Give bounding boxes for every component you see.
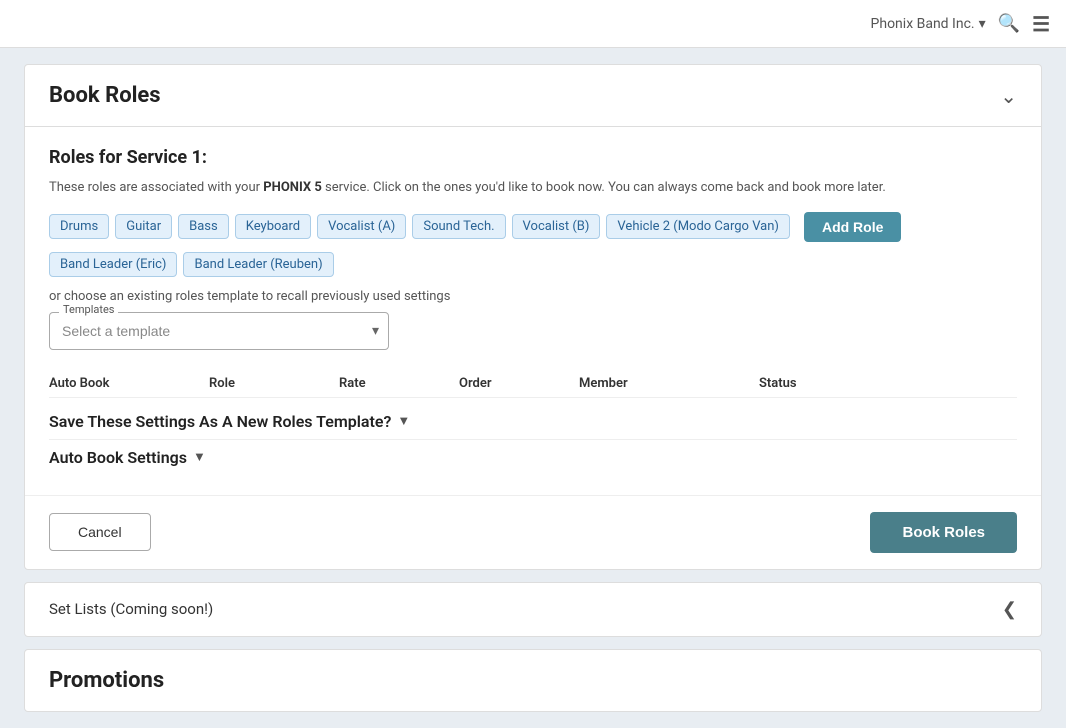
promotions-card: Promotions: [24, 649, 1042, 712]
nav-icons: 🔍 ☰: [998, 12, 1050, 36]
book-roles-card-header: Book Roles ⌄: [25, 65, 1041, 127]
col-auto-book: Auto Book: [49, 376, 209, 391]
roles-chips-container: Drums Guitar Bass Keyboard Vocalist (A) …: [49, 212, 1017, 242]
template-section-text: or choose an existing roles template to …: [49, 289, 1017, 304]
save-settings-arrow-icon: ▼: [397, 413, 410, 429]
template-select-container: Templates Select a template ▾: [49, 312, 389, 350]
role-chip-vehicle[interactable]: Vehicle 2 (Modo Cargo Van): [606, 214, 790, 239]
col-rate: Rate: [339, 376, 459, 391]
set-lists-card[interactable]: Set Lists (Coming soon!) ❮: [24, 582, 1042, 637]
brand-dropdown-arrow: ▾: [979, 16, 986, 32]
col-member: Member: [579, 376, 759, 391]
add-role-button[interactable]: Add Role: [804, 212, 901, 242]
auto-book-settings-row[interactable]: Auto Book Settings ▼: [49, 440, 1017, 475]
role-chip-sound-tech[interactable]: Sound Tech.: [412, 214, 505, 239]
top-navigation: Phonix Band Inc. ▾ 🔍 ☰: [0, 0, 1066, 48]
book-roles-card-body: Roles for Service 1: These roles are ass…: [25, 127, 1041, 495]
role-chip-guitar[interactable]: Guitar: [115, 214, 172, 239]
col-order: Order: [459, 376, 579, 391]
promotions-title: Promotions: [49, 668, 1017, 693]
service-section-title: Roles for Service 1:: [49, 147, 1017, 168]
save-settings-label: Save These Settings As A New Roles Templ…: [49, 412, 391, 431]
search-icon[interactable]: 🔍: [998, 13, 1020, 34]
role-chip-band-leader-eric[interactable]: Band Leader (Eric): [49, 252, 177, 277]
service-name: PHONIX 5: [263, 180, 322, 195]
collapse-icon[interactable]: ⌄: [1000, 84, 1017, 108]
set-lists-title: Set Lists (Coming soon!): [49, 600, 213, 618]
save-settings-row[interactable]: Save These Settings As A New Roles Templ…: [49, 404, 1017, 440]
template-select-label: Templates: [59, 303, 118, 316]
auto-book-settings-label: Auto Book Settings: [49, 448, 187, 467]
role-chip-bass[interactable]: Bass: [178, 214, 229, 239]
role-chip-band-leader-reuben[interactable]: Band Leader (Reuben): [183, 252, 333, 277]
role-chip-vocalist-b[interactable]: Vocalist (B): [512, 214, 601, 239]
book-roles-title: Book Roles: [49, 83, 161, 108]
cancel-button[interactable]: Cancel: [49, 513, 151, 551]
roles-description: These roles are associated with your PHO…: [49, 178, 1017, 198]
brand-selector[interactable]: Phonix Band Inc. ▾: [871, 16, 986, 32]
description-prefix: These roles are associated with your: [49, 180, 263, 195]
col-role: Role: [209, 376, 339, 391]
set-lists-collapse-icon: ❮: [1002, 599, 1017, 620]
table-header: Auto Book Role Rate Order Member Status: [49, 370, 1017, 398]
role-chip-drums[interactable]: Drums: [49, 214, 109, 239]
menu-icon[interactable]: ☰: [1032, 12, 1050, 36]
book-roles-button[interactable]: Book Roles: [870, 512, 1017, 553]
role-chip-vocalist-a[interactable]: Vocalist (A): [317, 214, 406, 239]
main-content: Book Roles ⌄ Roles for Service 1: These …: [0, 48, 1066, 728]
role-chip-keyboard[interactable]: Keyboard: [235, 214, 311, 239]
description-suffix: service. Click on the ones you'd like to…: [322, 180, 886, 195]
template-select-dropdown[interactable]: Select a template: [49, 312, 389, 350]
book-roles-card: Book Roles ⌄ Roles for Service 1: These …: [24, 64, 1042, 570]
roles-chips-row2: Band Leader (Eric) Band Leader (Reuben): [49, 252, 1017, 277]
col-status: Status: [759, 376, 899, 391]
book-roles-card-footer: Cancel Book Roles: [25, 495, 1041, 569]
auto-book-settings-arrow-icon: ▼: [193, 449, 206, 465]
brand-name: Phonix Band Inc.: [871, 16, 975, 32]
